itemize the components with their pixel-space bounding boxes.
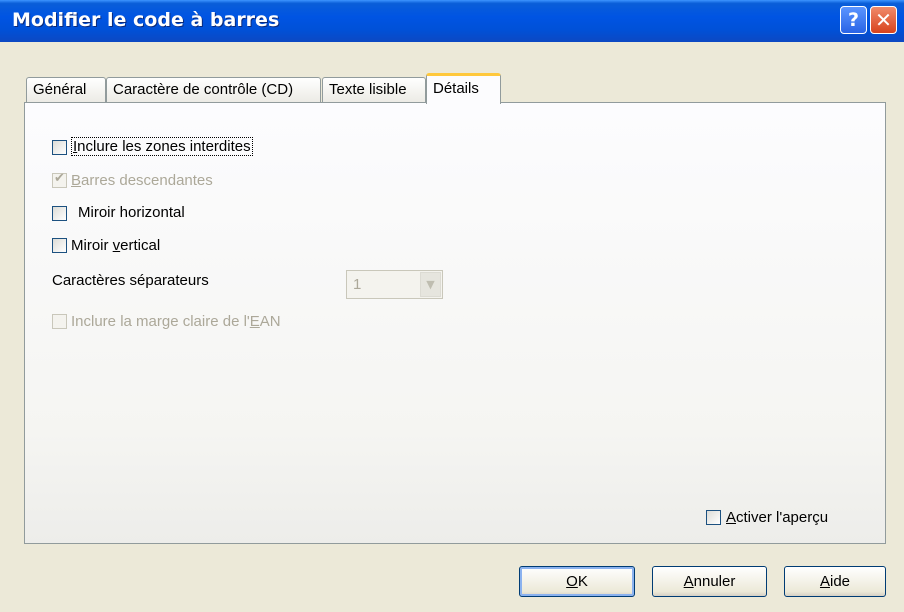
ean-light-margin-checkbox[interactable] (52, 314, 67, 329)
dialog-window: Modifier le code à barres ? ✕ Général Ca… (0, 0, 904, 612)
preview-label[interactable]: Activer l'aperçu (726, 509, 828, 526)
separator-chars-label: Caractères séparateurs (52, 272, 209, 289)
cancel-button[interactable]: Annuler (652, 566, 767, 597)
chevron-down-icon[interactable]: ▼ (420, 272, 441, 297)
help-icon[interactable]: ? (840, 6, 867, 34)
checkmark-icon: ✔ (54, 171, 65, 186)
tab-check-character[interactable]: Caractère de contrôle (CD) (106, 77, 321, 102)
ean-light-margin-label: Inclure la marge claire de l'EAN (71, 313, 281, 330)
separator-chars-select[interactable]: 1 ▼ (346, 270, 443, 299)
descending-bars-label: Barres descendantes (71, 172, 213, 189)
title-bar[interactable]: Modifier le code à barres ? ✕ (0, 0, 904, 42)
descending-bars-checkbox[interactable]: ✔ (52, 171, 67, 188)
tab-general[interactable]: Général (26, 77, 106, 102)
separator-chars-value: 1 (353, 276, 362, 293)
ok-button[interactable]: OK (519, 566, 635, 597)
close-icon[interactable]: ✕ (870, 6, 897, 34)
mirror-vertical-checkbox[interactable] (52, 238, 67, 253)
mirror-horizontal-label[interactable]: Miroir horizontal (78, 204, 185, 221)
mirror-vertical-label[interactable]: Miroir vertical (71, 237, 160, 254)
dialog-title: Modifier le code à barres (12, 9, 280, 31)
include-quiet-zones-label[interactable]: Inclure les zones interdites (71, 137, 253, 156)
tab-readable-text[interactable]: Texte lisible (322, 77, 426, 102)
include-quiet-zones-checkbox[interactable] (52, 140, 67, 155)
help-button[interactable]: Aide (784, 566, 886, 597)
tab-details[interactable]: Détails (426, 73, 501, 104)
mirror-horizontal-checkbox[interactable] (52, 206, 67, 221)
preview-checkbox[interactable] (706, 510, 721, 525)
